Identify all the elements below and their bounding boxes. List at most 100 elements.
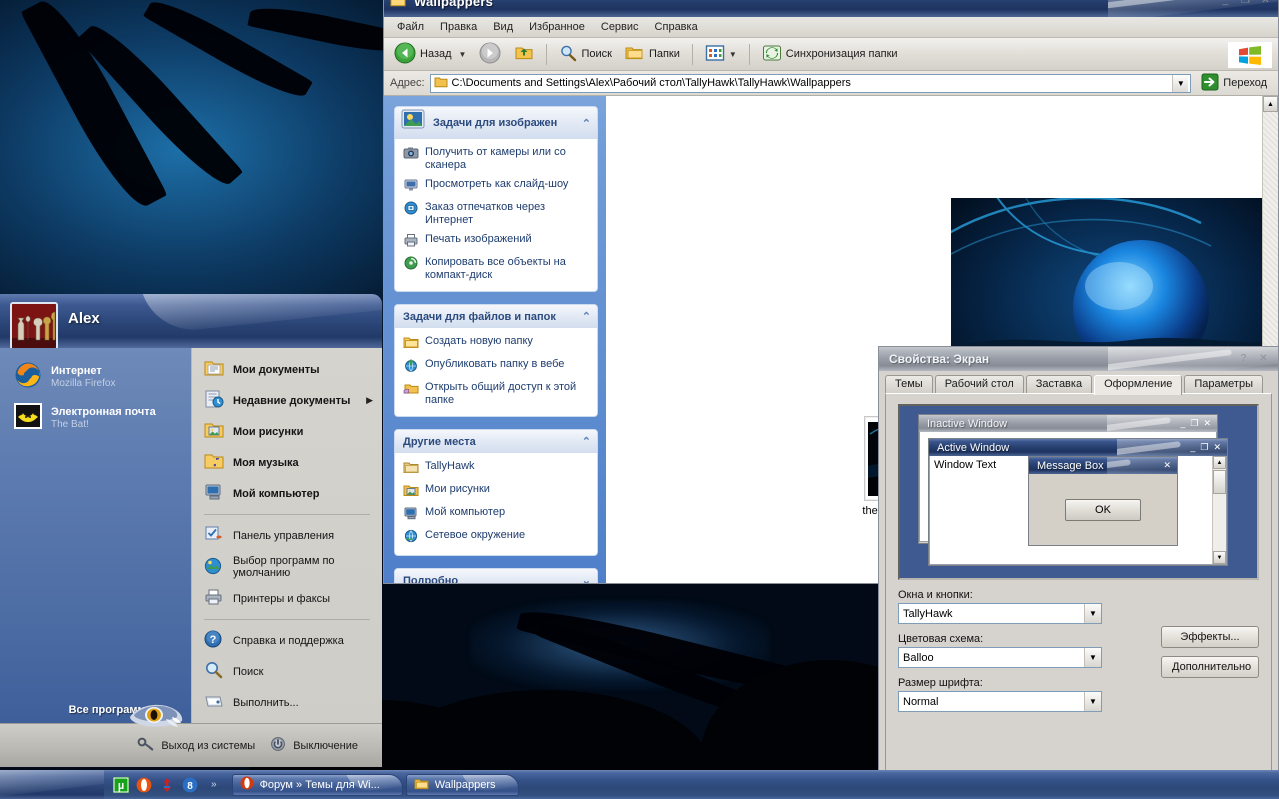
menu-help[interactable]: Справка (648, 19, 705, 35)
back-button[interactable]: Назад ▼ (389, 40, 471, 69)
chevron-up-icon[interactable]: ⌃ (582, 435, 591, 448)
explorer-window-buttons[interactable]: _ ❐ ✕ (1214, 0, 1274, 9)
place-my-pictures[interactable]: Мои рисунки (403, 483, 589, 500)
start-item-internet[interactable]: Интернет Mozilla Firefox (8, 356, 185, 397)
start-menu[interactable]: Alex Интернет Mozilla Firefox Электронна… (0, 294, 382, 767)
start-item-control-panel[interactable]: Панель управления (198, 520, 378, 551)
explorer-titlebar[interactable]: Wallpappers _ ❐ ✕ (384, 0, 1278, 17)
tab-settings[interactable]: Параметры (1184, 375, 1263, 393)
place-tallyhawk[interactable]: TallyHawk (403, 460, 589, 477)
up-button[interactable] (509, 42, 539, 67)
start-item-my-pictures[interactable]: Мои рисунки (198, 416, 378, 447)
preview-messagebox-buttons: ✕ (1163, 460, 1177, 471)
address-dropdown-icon[interactable]: ▼ (1172, 74, 1189, 92)
taskbar[interactable]: µ 8 » Форум » Темы для Wi... Wallpappers (0, 770, 1279, 799)
start-item-subtitle: The Bat! (51, 418, 89, 430)
start-button[interactable] (0, 770, 104, 799)
search-button[interactable]: Поиск (554, 42, 616, 67)
tab-appearance[interactable]: Оформление (1094, 375, 1183, 395)
start-item-my-music[interactable]: Моя музыка (198, 447, 378, 478)
chevron-up-icon[interactable]: ⌃ (582, 310, 591, 323)
task-get-from-camera[interactable]: Получить от камеры или со сканера (403, 146, 589, 172)
close-icon: ✕ (1163, 460, 1171, 470)
address-input[interactable]: C:\Documents and Settings\Alex\Рабочий с… (429, 73, 1192, 93)
display-properties-tabstrip[interactable]: Темы Рабочий стол Заставка Оформление Па… (879, 371, 1278, 395)
help-button[interactable]: ? (1235, 352, 1252, 367)
close-button[interactable]: ✕ (1255, 352, 1272, 367)
start-item-my-computer[interactable]: Мой компьютер (198, 478, 378, 509)
chevron-up-icon[interactable]: ⌃ (582, 117, 591, 130)
chevron-down-icon[interactable]: ▼ (1084, 648, 1101, 667)
scroll-up-button[interactable]: ▲ (1263, 96, 1278, 112)
start-item-recent-documents[interactable]: Недавние документы ▶ (198, 385, 378, 416)
explorer-toolbar[interactable]: Назад ▼ Поиск Папки ▼ Синхронизация папк… (384, 38, 1278, 71)
task-publish-folder-web[interactable]: Опубликовать папку в вебе (403, 358, 589, 375)
preview-active-buttons: _ ❐ ✕ (1190, 442, 1227, 453)
start-item-label: Недавние документы (233, 394, 351, 407)
panel-header-other-places[interactable]: Другие места ⌃ (395, 430, 597, 453)
chevron-down-icon[interactable]: ▼ (1084, 692, 1101, 711)
download-manager-icon[interactable] (159, 777, 175, 793)
task-new-folder[interactable]: Создать новую папку (403, 335, 589, 352)
taskbar-task-list[interactable]: Форум » Темы для Wi... Wallpappers (231, 773, 519, 796)
chevron-down-icon[interactable]: ⌄ (582, 574, 591, 583)
start-item-email[interactable]: Электронная почта The Bat! (8, 397, 185, 438)
explorer-address-bar[interactable]: Адрес: C:\Documents and Settings\Alex\Ра… (384, 71, 1278, 96)
start-item-help-support[interactable]: ? Справка и поддержка (198, 625, 378, 656)
views-dropdown-icon[interactable]: ▼ (729, 50, 737, 59)
views-button[interactable]: ▼ (700, 42, 742, 67)
menu-tools[interactable]: Сервис (594, 19, 646, 35)
start-item-set-program-access[interactable]: Выбор программ по умолчанию (198, 551, 378, 583)
logoff-button[interactable]: Выход из системы (137, 736, 255, 755)
tab-screensaver[interactable]: Заставка (1025, 375, 1093, 393)
font-size-combo[interactable]: Normal ▼ (898, 691, 1102, 712)
menu-view[interactable]: Вид (486, 19, 520, 35)
back-dropdown-icon[interactable]: ▼ (459, 50, 467, 59)
shutdown-button[interactable]: Выключение (269, 736, 358, 755)
user-avatar[interactable] (10, 302, 58, 350)
quick-launch-bar[interactable]: µ 8 » (104, 776, 232, 793)
close-icon: ✕ (1213, 442, 1221, 452)
effects-button[interactable]: Эффекты... (1161, 626, 1259, 648)
maxthon-icon[interactable]: 8 (182, 777, 198, 793)
tab-themes[interactable]: Темы (885, 375, 933, 393)
task-view-slideshow[interactable]: Просмотреть как слайд-шоу (403, 178, 589, 195)
place-my-computer[interactable]: Мой компьютер (403, 506, 589, 523)
start-item-search[interactable]: Поиск (198, 656, 378, 687)
close-button[interactable]: ✕ (1257, 0, 1274, 9)
start-item-my-documents[interactable]: Мои документы (198, 354, 378, 385)
start-item-run[interactable]: Выполнить... (198, 687, 378, 718)
display-properties-titlebar[interactable]: Свойства: Экран ? ✕ (879, 347, 1278, 371)
display-properties-dialog[interactable]: Свойства: Экран ? ✕ Темы Рабочий стол За… (878, 346, 1279, 786)
forward-button[interactable] (474, 40, 506, 69)
start-item-printers-faxes[interactable]: Принтеры и факсы (198, 583, 378, 614)
panel-header-details[interactable]: Подробно ⌄ (395, 569, 597, 583)
menu-favorites[interactable]: Избранное (522, 19, 592, 35)
menu-edit[interactable]: Правка (433, 19, 484, 35)
panel-header-picture-tasks[interactable]: Задачи для изображен ⌃ (395, 107, 597, 139)
task-order-prints[interactable]: Заказ отпечатков через Интернет (403, 201, 589, 227)
advanced-button[interactable]: Дополнительно (1161, 656, 1259, 678)
quick-launch-expand-icon[interactable]: » (205, 779, 223, 790)
task-button-wallpappers[interactable]: Wallpappers (405, 773, 519, 796)
explorer-menubar[interactable]: Файл Правка Вид Избранное Сервис Справка (384, 17, 1278, 38)
task-button-forum[interactable]: Форум » Темы для Wi... (231, 773, 403, 796)
windows-buttons-combo[interactable]: TallyHawk ▼ (898, 603, 1102, 624)
minimize-button[interactable]: _ (1217, 0, 1234, 9)
go-button[interactable]: Переход (1196, 71, 1272, 96)
tab-desktop[interactable]: Рабочий стол (934, 375, 1024, 393)
task-share-folder[interactable]: Открыть общий доступ к этой папке (403, 381, 589, 407)
task-copy-all-to-cd[interactable]: Копировать все объекты на компакт-диск (403, 256, 589, 282)
color-scheme-combo[interactable]: Balloo ▼ (898, 647, 1102, 668)
panel-header-file-folder-tasks[interactable]: Задачи для файлов и папок ⌃ (395, 305, 597, 328)
place-network[interactable]: Сетевое окружение (403, 529, 589, 546)
dialog-window-buttons[interactable]: ? ✕ (1232, 352, 1272, 367)
sync-folder-button[interactable]: Синхронизация папки (757, 42, 903, 67)
task-print-pictures[interactable]: Печать изображений (403, 233, 589, 250)
opera-icon[interactable] (136, 777, 152, 793)
chevron-down-icon[interactable]: ▼ (1084, 604, 1101, 623)
menu-file[interactable]: Файл (390, 19, 431, 35)
maximize-button[interactable]: ❐ (1237, 0, 1254, 9)
folders-button[interactable]: Папки (620, 42, 685, 66)
utorrent-icon[interactable]: µ (112, 776, 130, 793)
